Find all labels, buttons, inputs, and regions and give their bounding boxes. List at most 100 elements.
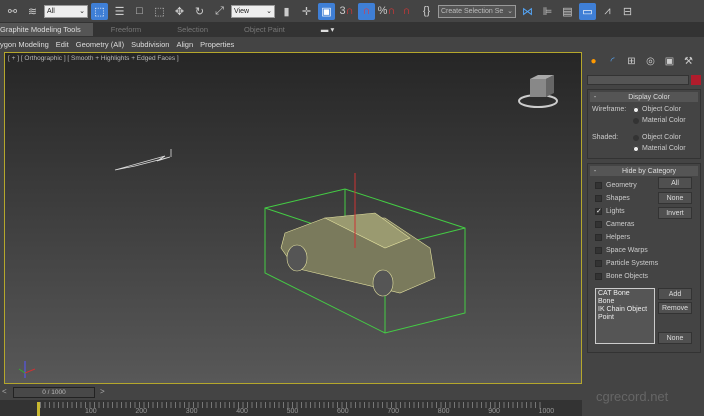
add-button[interactable]: Add bbox=[658, 288, 692, 300]
panel-geometry-all[interactable]: Geometry (All) bbox=[76, 40, 124, 49]
time-slider-thumb[interactable]: 0 / 1000 bbox=[13, 387, 95, 398]
keyboard-shortcut-override-icon[interactable]: ▣ bbox=[318, 2, 335, 20]
checkbox[interactable] bbox=[595, 182, 602, 189]
checkbox[interactable] bbox=[595, 195, 602, 202]
track-bar[interactable]: 100 200 300 400 500 600 700 800 900 1000 bbox=[0, 400, 582, 416]
list-item[interactable]: Bone bbox=[598, 298, 652, 306]
checkbox-label: Shapes bbox=[606, 195, 630, 202]
select-by-name-icon[interactable]: ☰ bbox=[111, 3, 128, 20]
none-list-button[interactable]: None bbox=[658, 332, 692, 344]
tab-object-paint[interactable]: Object Paint bbox=[226, 25, 303, 34]
invert-button[interactable]: Invert bbox=[658, 207, 692, 219]
mirror-icon[interactable]: ⋈ bbox=[519, 3, 536, 20]
schematic-view-icon[interactable]: ⊟ bbox=[619, 3, 636, 20]
viewport-scene bbox=[18, 75, 558, 378]
category-listbox[interactable]: CAT Bone Bone IK Chain Object Point bbox=[595, 288, 655, 344]
motion-tab-icon[interactable]: ◎ bbox=[643, 54, 658, 68]
selection-filter-dropdown[interactable]: All ⌄ bbox=[44, 4, 88, 18]
shaded-object-color-radio[interactable] bbox=[633, 134, 639, 141]
time-slider[interactable]: < 0 / 1000 > bbox=[0, 385, 582, 400]
panel-subdivision[interactable]: Subdivision bbox=[131, 40, 169, 49]
category-particle-systems[interactable]: Particle Systems bbox=[588, 257, 700, 270]
wireframe-material-color-label: Material Color bbox=[642, 117, 686, 124]
layer-manager-icon[interactable]: ▤ bbox=[559, 3, 576, 20]
rectangular-selection-icon[interactable]: □ bbox=[131, 3, 148, 20]
tab-graphite-modeling-tools[interactable]: Graphite Modeling Tools bbox=[0, 23, 93, 36]
ribbon-options-icon[interactable]: ▬ ▾ bbox=[303, 25, 352, 34]
window-crossing-icon[interactable]: ⬚ bbox=[151, 3, 168, 20]
percent-snap-icon[interactable]: % ∩ bbox=[377, 3, 396, 20]
graphite-toggle-icon[interactable]: ▭ bbox=[579, 2, 596, 20]
tick-label: 900 bbox=[488, 408, 500, 415]
list-item[interactable]: IK Chain Object bbox=[598, 306, 652, 314]
tab-selection[interactable]: Selection bbox=[159, 25, 226, 34]
wireframe-material-color-radio[interactable] bbox=[633, 117, 639, 124]
list-item[interactable]: CAT Bone bbox=[598, 290, 652, 298]
none-button[interactable]: None bbox=[658, 192, 692, 204]
main-toolbar: ⚯ ≋ All ⌄ ⬚ ☰ □ ⬚ ✥ ↻ ⤢ View ⌄ ▮ ✛ ▣ 3 ∩ ∩ … bbox=[0, 0, 704, 22]
command-panel: ● ◜ ⊞ ◎ ▣ ⚒ - Display Color Wireframe: Obj… bbox=[584, 51, 704, 416]
checkbox-label: Space Warps bbox=[606, 247, 648, 254]
list-item[interactable]: Point bbox=[598, 314, 652, 322]
selection-filter-value: All bbox=[47, 7, 55, 15]
manipulate-icon[interactable]: ✛ bbox=[298, 3, 315, 20]
category-bone-objects[interactable]: Bone Objects bbox=[588, 270, 700, 283]
tab-freeform[interactable]: Freeform bbox=[93, 25, 159, 34]
snap-pct-label: % bbox=[377, 5, 388, 17]
wireframe-object-color-label: Object Color bbox=[642, 106, 681, 113]
light-arrow-icon bbox=[114, 149, 172, 171]
panel-edit[interactable]: Edit bbox=[56, 40, 69, 49]
checkbox-checked[interactable]: ✓ bbox=[595, 208, 602, 215]
viewport-orthographic[interactable]: [ + ] [ Orthographic ] [ Smooth + Highli… bbox=[4, 52, 582, 384]
remove-button[interactable]: Remove bbox=[658, 302, 692, 314]
category-space-warps[interactable]: Space Warps bbox=[588, 244, 700, 257]
angle-snap-icon[interactable]: ∩ bbox=[358, 2, 375, 20]
panel-polygon-modeling[interactable]: ygon Modeling bbox=[0, 40, 49, 49]
wireframe-object-color-radio[interactable] bbox=[633, 106, 639, 113]
next-frame-icon[interactable]: > bbox=[100, 387, 105, 396]
prev-frame-icon[interactable]: < bbox=[2, 387, 7, 396]
pivot-center-icon[interactable]: ▮ bbox=[278, 3, 295, 20]
curve-editor-icon[interactable]: ⩘ bbox=[599, 3, 616, 20]
panel-align[interactable]: Align bbox=[176, 40, 193, 49]
display-color-header[interactable]: - Display Color bbox=[590, 92, 698, 102]
panel-properties[interactable]: Properties bbox=[200, 40, 234, 49]
name-color-row bbox=[587, 75, 701, 85]
command-panel-tabs: ● ◜ ⊞ ◎ ▣ ⚒ bbox=[584, 51, 704, 71]
edit-named-selection-icon[interactable]: {} bbox=[418, 3, 435, 20]
named-selection-sets-dropdown[interactable]: Create Selection Se ⌄ bbox=[438, 4, 516, 18]
checkbox-label: Particle Systems bbox=[606, 260, 659, 267]
hide-by-category-header[interactable]: - Hide by Category bbox=[590, 166, 698, 176]
unlink-icon[interactable]: ⚯ bbox=[4, 3, 21, 20]
category-cameras[interactable]: Cameras bbox=[588, 218, 700, 231]
create-tab-icon[interactable]: ● bbox=[586, 54, 601, 68]
category-helpers[interactable]: Helpers bbox=[588, 231, 700, 244]
color-swatch[interactable] bbox=[691, 75, 701, 85]
select-object-icon[interactable]: ⬚ bbox=[91, 2, 108, 20]
checkbox[interactable] bbox=[595, 247, 602, 254]
checkbox-label: Helpers bbox=[606, 234, 631, 241]
spinner-snap-icon[interactable]: ∩ bbox=[398, 3, 415, 20]
hierarchy-tab-icon[interactable]: ⊞ bbox=[624, 54, 639, 68]
selection-set-value: Create Selection Se bbox=[441, 7, 504, 15]
display-tab-icon[interactable]: ▣ bbox=[662, 54, 677, 68]
checkbox[interactable] bbox=[595, 221, 602, 228]
checkbox[interactable] bbox=[595, 234, 602, 241]
checkbox[interactable] bbox=[595, 260, 602, 267]
shaded-object-color-label: Object Color bbox=[642, 134, 681, 141]
snaps-toggle-icon[interactable]: 3 ∩ bbox=[338, 3, 355, 20]
name-field[interactable] bbox=[587, 75, 689, 85]
checkbox[interactable] bbox=[595, 273, 602, 280]
reference-coord-dropdown[interactable]: View ⌄ bbox=[231, 4, 275, 18]
scale-icon[interactable]: ⤢ bbox=[211, 3, 228, 20]
utilities-tab-icon[interactable]: ⚒ bbox=[681, 54, 696, 68]
viewcube-icon bbox=[518, 75, 558, 108]
bind-space-warp-icon[interactable]: ≋ bbox=[24, 3, 41, 20]
modify-tab-icon[interactable]: ◜ bbox=[605, 54, 620, 68]
rotate-icon[interactable]: ↻ bbox=[191, 3, 208, 20]
align-icon[interactable]: ⊫ bbox=[539, 3, 556, 20]
shaded-material-color-radio[interactable] bbox=[633, 145, 639, 152]
all-button[interactable]: All bbox=[658, 177, 692, 189]
wireframe-label: Wireframe: bbox=[592, 106, 627, 113]
move-icon[interactable]: ✥ bbox=[171, 3, 188, 20]
